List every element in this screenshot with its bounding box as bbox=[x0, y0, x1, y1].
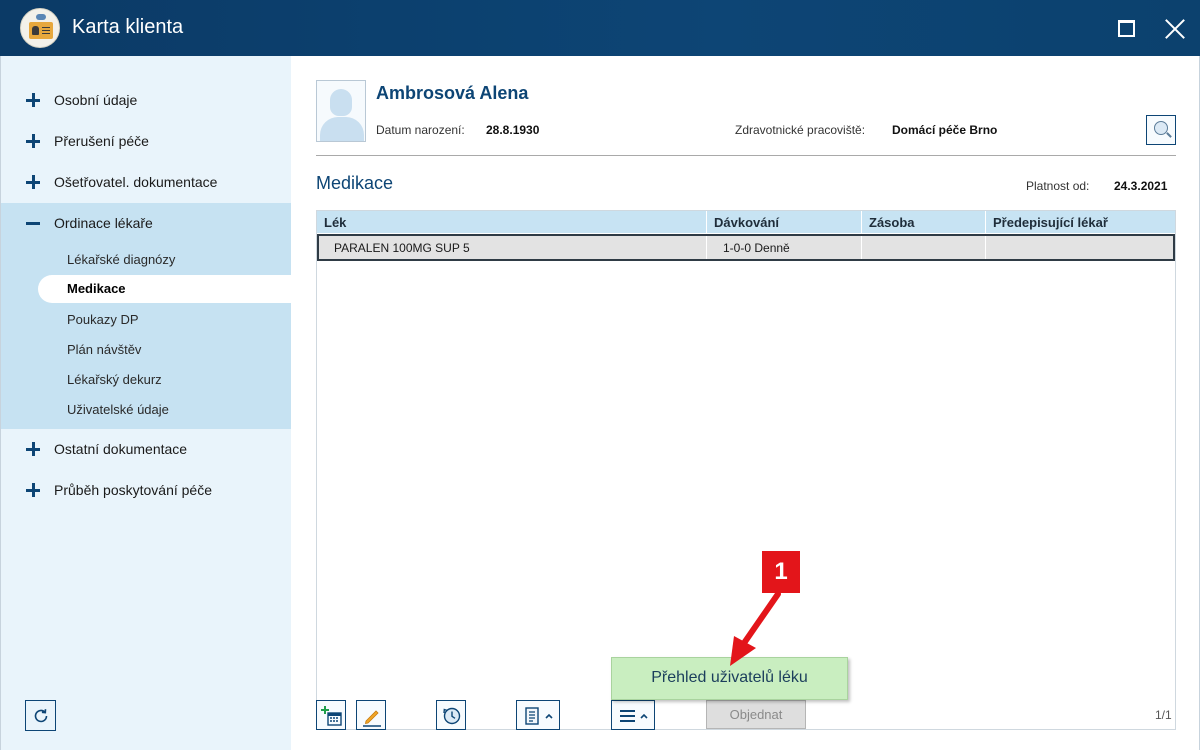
cell-davkovani: 1-0-0 Denně bbox=[707, 236, 862, 259]
expand-plus-icon bbox=[26, 483, 40, 497]
edit-pencil-icon bbox=[363, 710, 381, 727]
client-card-icon bbox=[20, 8, 60, 48]
expand-plus-icon bbox=[26, 134, 40, 148]
cell-zasoba bbox=[862, 236, 986, 259]
hamburger-menu-icon bbox=[620, 710, 648, 722]
column-header-predepisujici-lekar[interactable]: Předepisující lékař bbox=[986, 211, 1175, 233]
document-menu-icon bbox=[525, 707, 553, 725]
workplace-value: Domácí péče Brno bbox=[892, 123, 998, 137]
dob-value: 28.8.1930 bbox=[486, 123, 540, 137]
sidebar-item-label: Průběh poskytování péče bbox=[54, 482, 212, 498]
sidebar-subitem-lekarsky-dekurz[interactable]: Lékařský dekurz bbox=[67, 372, 162, 387]
document-menu-button[interactable] bbox=[516, 700, 560, 730]
patient-name: Ambrosová Alena bbox=[376, 83, 529, 103]
annotation-badge: 1 bbox=[762, 551, 800, 593]
dob-label: Datum narození: bbox=[376, 123, 465, 137]
table-header: Lék Dávkování Zásoba Předepisující lékař bbox=[317, 211, 1175, 233]
annotation-arrow-icon bbox=[730, 591, 781, 666]
column-header-zasoba[interactable]: Zásoba bbox=[862, 211, 986, 233]
sidebar-subitem-poukazy-dp[interactable]: Poukazy DP bbox=[67, 312, 139, 327]
valid-from-label: Platnost od: bbox=[1026, 179, 1090, 193]
sidebar: Osobní údaje Přerušení péče Ošetřovatel.… bbox=[0, 56, 292, 750]
sidebar-subitem-uzivatelske-udaje[interactable]: Uživatelské údaje bbox=[67, 402, 169, 417]
close-icon[interactable] bbox=[1160, 14, 1190, 44]
sidebar-item-label: Ostatní dokumentace bbox=[54, 441, 188, 457]
window-title: Karta klienta bbox=[72, 16, 184, 38]
sidebar-item-label: Osobní údaje bbox=[54, 92, 138, 108]
sidebar-subitem-plan-navstev[interactable]: Plán návštěv bbox=[67, 342, 141, 357]
sidebar-item-preruseni-pece[interactable]: Přerušení péče bbox=[1, 121, 291, 162]
sidebar-item-ordinace-lekare[interactable]: Ordinace lékaře bbox=[1, 203, 291, 244]
expand-plus-icon bbox=[26, 442, 40, 456]
sidebar-item-label: Ošetřovatel. dokumentace bbox=[54, 174, 218, 190]
column-header-davkovani[interactable]: Dávkování bbox=[707, 211, 862, 233]
menu-item-label: Přehled uživatelů léku bbox=[651, 669, 808, 686]
title-bar: Karta klienta bbox=[0, 0, 1200, 56]
sidebar-item-prubeh-poskytovani-pece[interactable]: Průběh poskytování péče bbox=[1, 470, 291, 511]
order-button[interactable]: Objednat bbox=[706, 700, 806, 729]
page-indicator: 1/1 bbox=[1155, 708, 1172, 722]
sidebar-item-osobni-udaje[interactable]: Osobní údaje bbox=[1, 80, 291, 121]
history-clock-icon bbox=[443, 707, 461, 725]
search-button[interactable] bbox=[1146, 115, 1176, 145]
sidebar-item-osetrovatel-dokumentace[interactable]: Ošetřovatel. dokumentace bbox=[1, 162, 291, 203]
cell-predepisujici-lekar bbox=[986, 236, 1173, 259]
add-calendar-icon bbox=[321, 706, 342, 726]
sidebar-subitem-lekarske-diagnozy[interactable]: Lékařské diagnózy bbox=[67, 252, 175, 267]
column-header-lek[interactable]: Lék bbox=[317, 211, 707, 233]
table-row[interactable]: PARALEN 100MG SUP 5 1-0-0 Denně bbox=[317, 234, 1175, 261]
sidebar-item-ostatni-dokumentace[interactable]: Ostatní dokumentace bbox=[1, 429, 291, 470]
sidebar-subitem-label: Medikace bbox=[67, 281, 126, 296]
section-title: Medikace bbox=[316, 173, 394, 193]
workplace-label: Zdravotnické pracoviště: bbox=[735, 123, 866, 137]
history-button[interactable] bbox=[436, 700, 466, 730]
expand-plus-icon bbox=[26, 93, 40, 107]
collapse-minus-icon bbox=[26, 216, 40, 230]
sidebar-subitem-medikace[interactable]: Medikace bbox=[38, 275, 292, 303]
refresh-icon bbox=[34, 709, 48, 723]
sidebar-item-label: Ordinace lékaře bbox=[54, 215, 153, 231]
add-medication-button[interactable] bbox=[316, 700, 346, 730]
header-divider bbox=[316, 155, 1176, 156]
maximize-icon[interactable] bbox=[1112, 14, 1142, 44]
refresh-button[interactable] bbox=[25, 700, 56, 731]
expand-plus-icon bbox=[26, 175, 40, 189]
edit-button[interactable] bbox=[356, 700, 386, 730]
sidebar-item-label: Přerušení péče bbox=[54, 133, 149, 149]
more-menu-button[interactable] bbox=[611, 700, 655, 730]
valid-from-value: 24.3.2021 bbox=[1114, 179, 1168, 193]
cell-lek: PARALEN 100MG SUP 5 bbox=[319, 236, 707, 259]
patient-avatar bbox=[316, 80, 366, 142]
